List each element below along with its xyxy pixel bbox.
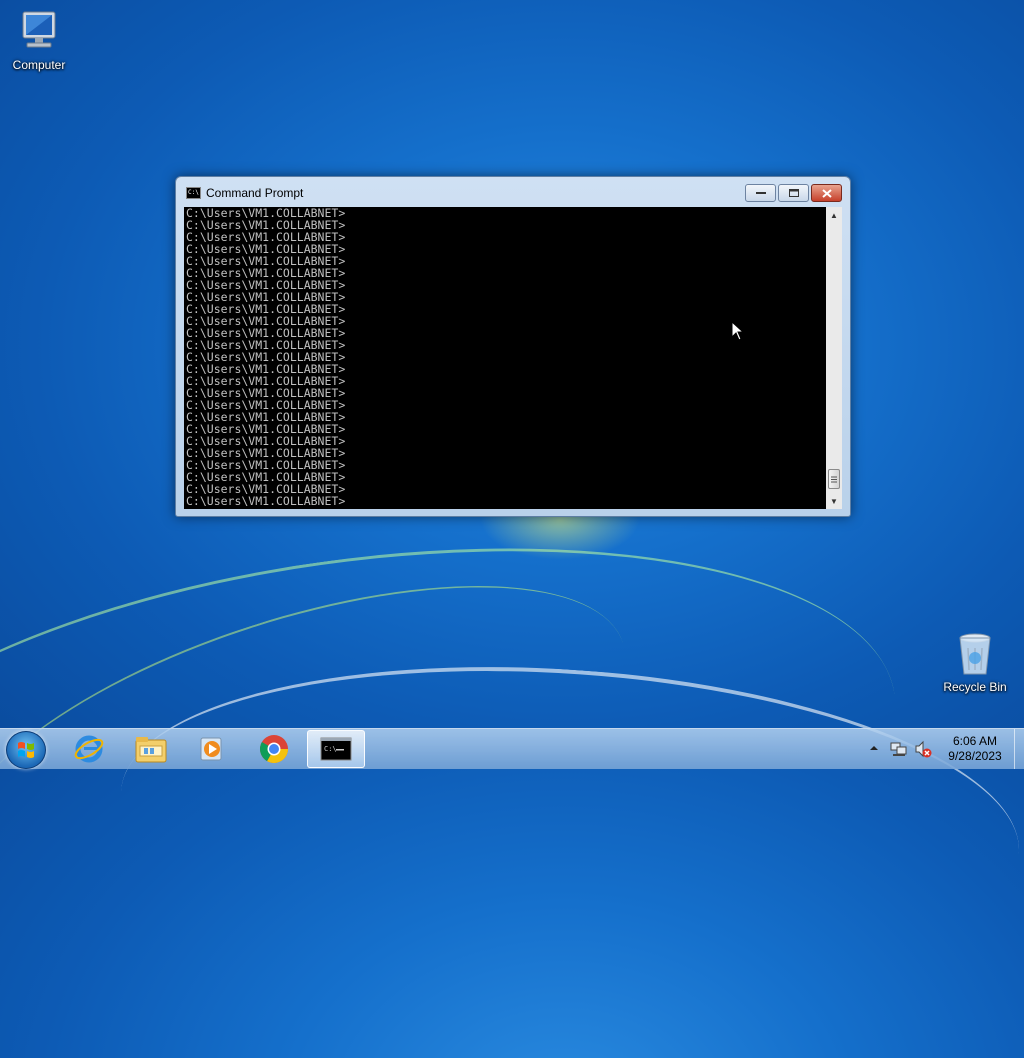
desktop-icon-computer[interactable]: Computer [4, 8, 74, 72]
scroll-down-arrow-icon[interactable]: ▼ [826, 493, 842, 509]
tray-network[interactable] [890, 740, 908, 763]
show-desktop-button[interactable] [1014, 729, 1024, 769]
mouse-cursor-icon [731, 321, 745, 341]
windows-logo-icon [18, 742, 34, 758]
clock-date: 9/28/2023 [948, 749, 1002, 763]
clock-time: 6:06 AM [952, 734, 998, 748]
recycle-bin-icon [959, 633, 991, 675]
taskbar-command-prompt[interactable]: C:\ [307, 730, 365, 768]
console-text: C:\Users\VM1.COLLABNET> C:\Users\VM1.COL… [186, 207, 346, 508]
network-icon [890, 742, 907, 756]
cmd-window-icon: C:\ [186, 187, 201, 199]
taskbar-windows-media-player[interactable] [183, 730, 241, 768]
scroll-thumb[interactable] [828, 469, 840, 489]
window-title: Command Prompt [206, 186, 304, 200]
taskbar-chrome[interactable] [245, 730, 303, 768]
taskbar-internet-explorer[interactable] [60, 730, 118, 768]
computer-icon [22, 11, 56, 48]
chevron-up-icon [870, 746, 878, 750]
vertical-scrollbar[interactable]: ▲ ▼ [826, 207, 842, 509]
windows-media-player-icon [200, 737, 222, 761]
start-button[interactable] [6, 731, 46, 769]
close-icon [812, 185, 841, 201]
show-hidden-icons-button[interactable] [868, 741, 880, 759]
tray-volume[interactable] [914, 740, 932, 763]
minimize-icon [746, 185, 775, 201]
taskbar-clock[interactable]: 6:06 AM 9/28/2023 [940, 734, 1010, 764]
wallpaper-swoosh [110, 638, 1024, 1006]
desktop-icon-label: Computer [12, 58, 66, 72]
taskbar-windows-explorer[interactable] [122, 730, 180, 768]
windows-explorer-icon [135, 737, 167, 763]
volume-muted-icon [915, 740, 932, 758]
maximize-icon [779, 185, 808, 201]
desktop-icon-label: Recycle Bin [943, 680, 1007, 694]
wallpaper-swoosh [0, 485, 925, 1058]
window-titlebar[interactable]: C:\ Command Prompt [176, 177, 850, 207]
internet-explorer-icon [74, 735, 104, 763]
desktop-icon-recycle-bin[interactable]: Recycle Bin [940, 630, 1010, 694]
close-button[interactable] [811, 184, 842, 202]
maximize-button[interactable] [778, 184, 809, 202]
command-prompt-icon: C:\ [320, 737, 352, 761]
console-output[interactable]: C:\Users\VM1.COLLABNET> C:\Users\VM1.COL… [184, 207, 826, 509]
svg-text:C:\: C:\ [324, 745, 337, 753]
taskbar: C:\ 6:06 AM 9/28/2023 [0, 728, 1024, 769]
command-prompt-window[interactable]: C:\ Command Prompt C:\Users\VM1.COLLABNE… [175, 176, 851, 517]
chrome-icon [260, 735, 288, 763]
minimize-button[interactable] [745, 184, 776, 202]
scroll-up-arrow-icon[interactable]: ▲ [826, 207, 842, 223]
